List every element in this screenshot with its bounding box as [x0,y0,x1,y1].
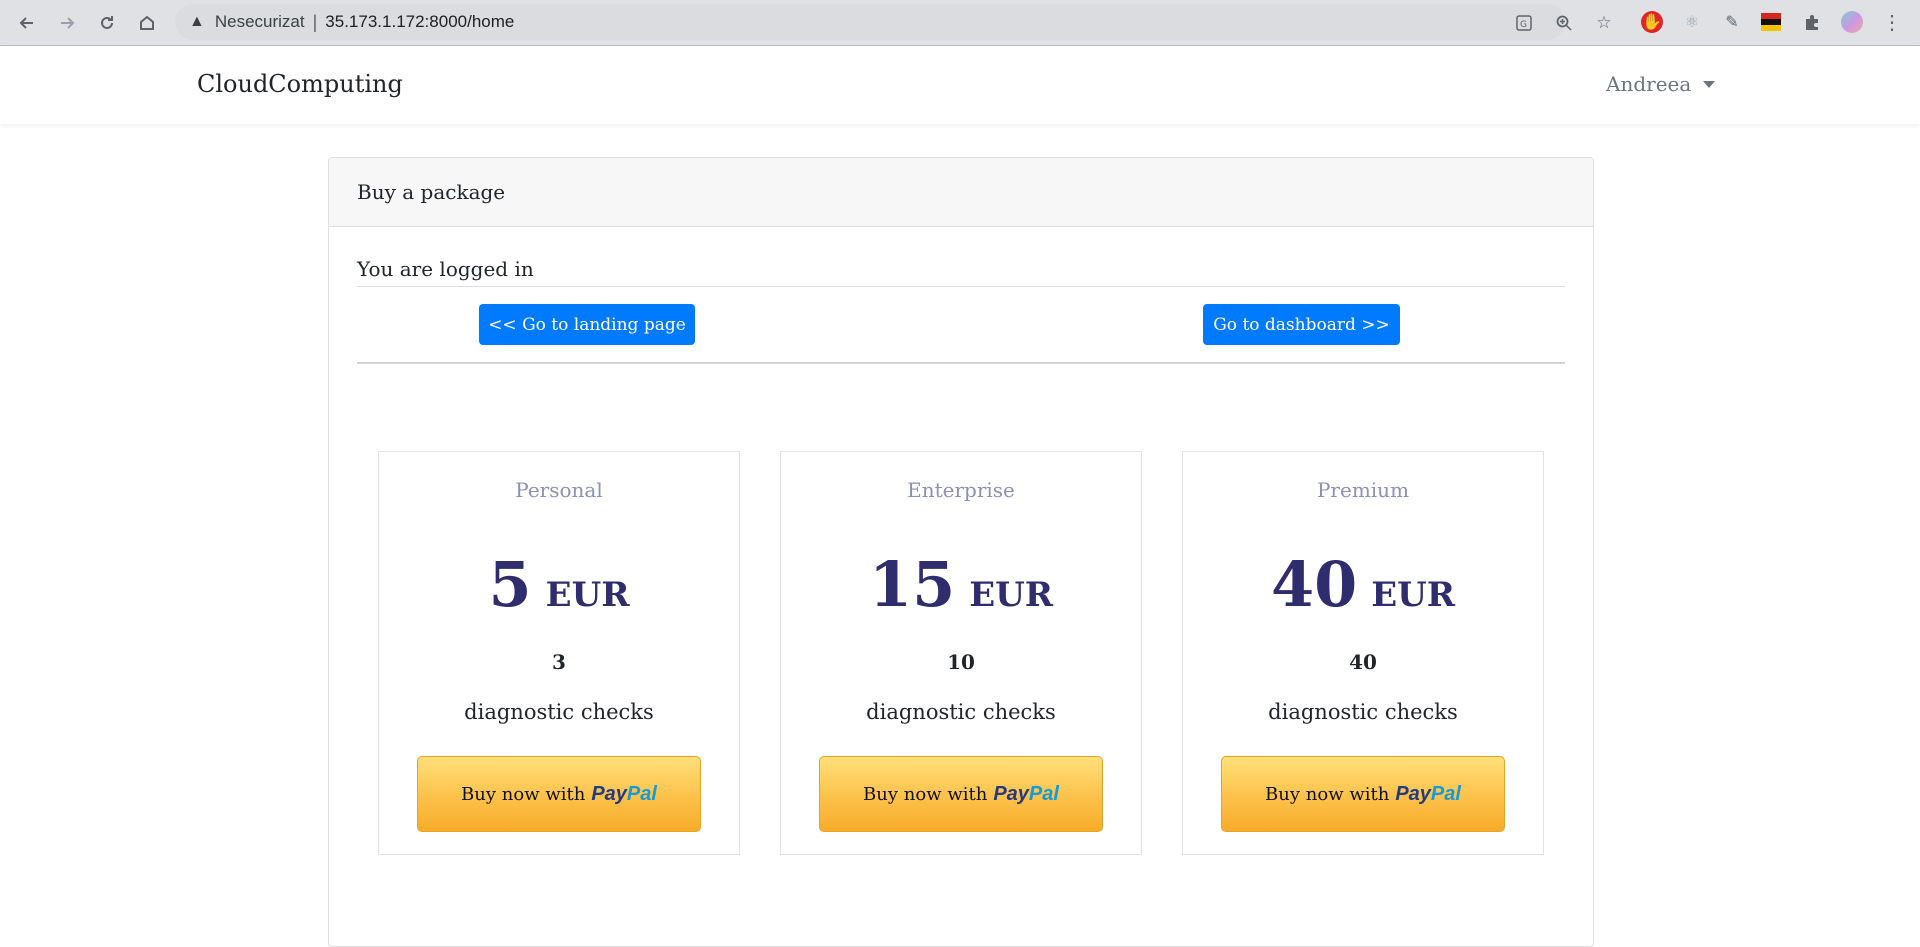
profile-avatar-icon[interactable] [1841,11,1863,33]
paypal-button-label: Buy now with [1265,783,1390,805]
arrow-right-icon[interactable] [52,8,82,38]
paypal-buy-button[interactable]: Buy now with Pay Pal [417,756,701,832]
translate-icon[interactable]: G [1513,12,1535,34]
price-amount: 15 [868,548,956,621]
package-personal: Personal 5 EUR 3 diagnostic checks Buy no… [378,451,740,855]
login-status: You are logged in [357,257,534,281]
card-header: Buy a package [329,158,1593,227]
package-name: Enterprise [907,478,1015,502]
divider [357,362,1565,364]
price-currency: EUR [1371,575,1456,615]
kebab-menu-icon[interactable]: ⋮ [1881,11,1903,34]
package-price: 15 EUR [781,548,1141,621]
user-dropdown[interactable]: Andreea [1606,72,1716,96]
check-description: diagnostic checks [464,700,654,724]
flag-extension-icon[interactable] [1761,13,1781,31]
price-currency: EUR [545,575,630,615]
address-bar[interactable]: ▲ Nesecurizat | 35.173.1.172:8000/home G… [175,4,1612,40]
security-status[interactable]: Nesecurizat [215,12,305,32]
check-count: 3 [552,650,566,674]
user-name[interactable]: Andreea [1606,72,1691,96]
price-amount: 40 [1270,548,1358,621]
divider [357,286,1565,287]
browser-toolbar: ▲ Nesecurizat | 35.173.1.172:8000/home G… [0,0,1920,46]
package-price: 40 EUR [1183,548,1543,621]
paypal-logo-pay: Pay [591,782,627,805]
paypal-logo-pay: Pay [1395,782,1431,805]
landing-page-button[interactable]: << Go to landing page [479,304,695,345]
check-count: 40 [1349,650,1377,674]
zoom-icon[interactable] [1553,12,1575,34]
check-description: diagnostic checks [1268,700,1458,724]
arrow-left-icon[interactable] [12,8,42,38]
eyedropper-icon[interactable]: ✎ [1721,11,1743,33]
reload-icon[interactable] [92,8,122,38]
warning-triangle-icon[interactable]: ▲ [189,13,205,31]
caret-down-icon[interactable] [1703,80,1716,88]
paypal-logo-pal: Pal [1430,782,1461,805]
paypal-logo-pal: Pal [1028,782,1059,805]
price-amount: 5 [488,548,532,621]
url-separator: | [312,11,318,32]
package-card: Buy a package You are logged in << Go to… [328,157,1594,947]
package-name: Personal [515,478,603,502]
adblock-extension-icon[interactable]: ✋ [1641,11,1663,33]
paypal-button-label: Buy now with [461,783,586,805]
app-navbar: CloudComputing Andreea [0,46,1920,124]
check-description: diagnostic checks [866,700,1056,724]
brand-logo[interactable]: CloudComputing [197,70,403,98]
price-currency: EUR [969,575,1054,615]
paypal-logo-pay: Pay [993,782,1029,805]
package-name: Premium [1316,478,1410,502]
package-enterprise: Enterprise 15 EUR 10 diagnostic checks Bu… [780,451,1142,855]
package-price: 5 EUR [379,548,739,621]
check-count: 10 [947,650,975,674]
url-text[interactable]: 35.173.1.172:8000/home [325,12,514,32]
paypal-buy-button[interactable]: Buy now with Pay Pal [1221,756,1505,832]
package-premium: Premium 40 EUR 40 diagnostic checks Buy n… [1182,451,1544,855]
home-icon[interactable] [132,8,162,38]
paypal-logo-pal: Pal [626,782,657,805]
paypal-button-label: Buy now with [863,783,988,805]
star-icon[interactable]: ☆ [1593,12,1615,34]
svg-text:G: G [1520,20,1527,30]
paypal-buy-button[interactable]: Buy now with Pay Pal [819,756,1103,832]
dashboard-button[interactable]: Go to dashboard >> [1203,304,1400,345]
react-extension-icon[interactable]: ⚛ [1681,11,1703,33]
puzzle-icon[interactable] [1801,11,1823,33]
